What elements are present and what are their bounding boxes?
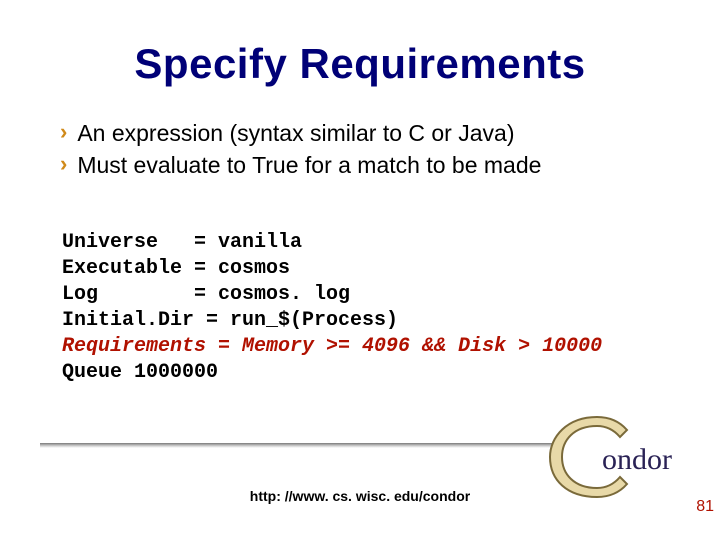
bullet-list: › An expression (syntax similar to C or … bbox=[60, 118, 670, 180]
code-line-highlight: Requirements = Memory >= 4096 && Disk > … bbox=[62, 335, 602, 358]
logo-text: ondor bbox=[602, 443, 672, 476]
divider bbox=[40, 443, 560, 448]
bullet-text: Must evaluate to True for a match to be … bbox=[77, 150, 541, 180]
list-item: › Must evaluate to True for a match to b… bbox=[60, 150, 670, 180]
code-line: Executable = cosmos bbox=[62, 257, 290, 280]
footer-url: http: //www. cs. wisc. edu/condor bbox=[0, 488, 720, 504]
code-line: Log = cosmos. log bbox=[62, 283, 350, 306]
page-number: 81 bbox=[696, 498, 714, 516]
code-line: Universe = vanilla bbox=[62, 231, 302, 254]
code-block: Universe = vanilla Executable = cosmos L… bbox=[62, 204, 670, 386]
slide: Specify Requirements › An expression (sy… bbox=[0, 0, 720, 540]
chevron-right-icon: › bbox=[60, 150, 67, 178]
page-title: Specify Requirements bbox=[50, 40, 670, 88]
bullet-text: An expression (syntax similar to C or Ja… bbox=[77, 118, 514, 148]
code-line: Initial.Dir = run_$(Process) bbox=[62, 309, 398, 332]
code-line: Queue 1000000 bbox=[62, 361, 218, 384]
chevron-right-icon: › bbox=[60, 118, 67, 146]
list-item: › An expression (syntax similar to C or … bbox=[60, 118, 670, 148]
